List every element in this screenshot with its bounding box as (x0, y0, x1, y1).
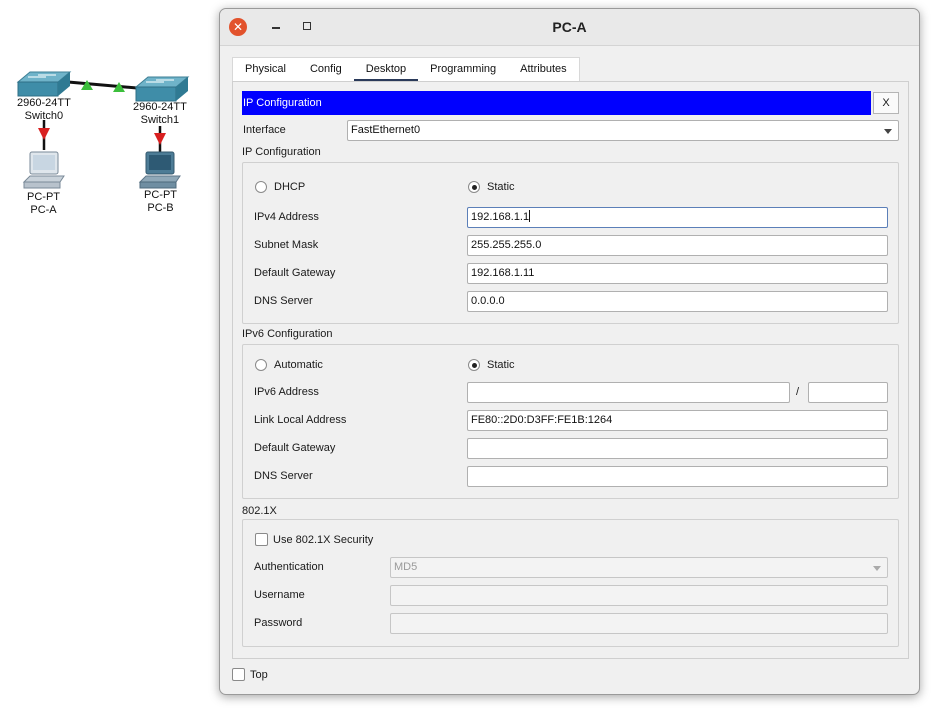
prefix-separator: / (796, 386, 800, 398)
subnet-mask-label: Subnet Mask (254, 239, 319, 251)
username-input[interactable] (390, 585, 888, 606)
switch-icon[interactable] (16, 71, 72, 97)
ipv6-prefix-input[interactable] (808, 382, 888, 403)
ipv6-static-radio[interactable] (468, 359, 480, 371)
interface-label: Interface (243, 124, 286, 136)
link-local-label: Link Local Address (254, 414, 347, 426)
dns-label: DNS Server (254, 295, 313, 307)
switch0-label: 2960-24TT Switch0 (17, 97, 71, 123)
ipv6-section-title: IPv6 Configuration (242, 328, 333, 340)
link-local-input[interactable]: FE80::2D0:D3FF:FE1B:1264 (467, 410, 888, 431)
title-bar[interactable]: ✕ PC-A (220, 9, 919, 46)
window-title: PC-A (552, 19, 587, 35)
automatic-label: Automatic (274, 359, 323, 371)
switch-icon[interactable] (134, 76, 190, 102)
use-dot1x-label: Use 802.1X Security (273, 534, 374, 546)
ipv4-address-label: IPv4 Address (254, 211, 319, 223)
gateway-label: Default Gateway (254, 267, 336, 279)
pc-b-name: PC-B (147, 202, 174, 214)
dhcp-label: DHCP (274, 181, 306, 193)
gateway-input[interactable]: 192.168.1.11 (467, 263, 888, 284)
ipv4-address-input[interactable]: 192.168.1.1 (467, 207, 888, 228)
topology-canvas[interactable]: 2960-24TT Switch0 2960-24TT Switch1 PC-P… (0, 0, 220, 708)
tab-config[interactable]: Config (298, 58, 354, 81)
ipv6-address-input[interactable] (467, 382, 790, 403)
top-checkbox[interactable] (232, 668, 245, 681)
text-caret (529, 210, 531, 222)
switch1-model: 2960-24TT (133, 101, 187, 113)
dot1x-section-title: 802.1X (242, 505, 277, 517)
authentication-select[interactable]: MD5 (390, 557, 888, 578)
pc-b-type: PC-PT (144, 189, 177, 201)
static-label: Static (487, 181, 515, 193)
ipv6-static-label: Static (487, 359, 515, 371)
subnet-mask-input[interactable]: 255.255.255.0 (467, 235, 888, 256)
switch0-name: Switch0 (24, 110, 64, 122)
chevron-down-icon (884, 129, 892, 134)
static-radio[interactable] (468, 181, 480, 193)
switch1-label: 2960-24TT Switch1 (133, 101, 187, 127)
tab-attributes[interactable]: Attributes (508, 58, 578, 81)
ipv4-address-value: 192.168.1.1 (471, 211, 530, 223)
authentication-value: MD5 (394, 561, 418, 573)
chevron-down-icon (873, 566, 881, 571)
pc-a-type: PC-PT (27, 191, 60, 203)
password-label: Password (254, 617, 303, 629)
pc-a-name: PC-A (30, 204, 57, 216)
tab-programming[interactable]: Programming (418, 58, 508, 81)
ip-config-close-button[interactable]: X (873, 92, 899, 114)
dhcp-radio[interactable] (255, 181, 267, 193)
tab-desktop[interactable]: Desktop (353, 58, 419, 82)
link-down-indicator (38, 128, 50, 140)
tab-physical[interactable]: Physical (233, 58, 298, 81)
interface-value: FastEthernet0 (351, 124, 421, 136)
authentication-label: Authentication (254, 561, 324, 573)
ip-configuration-panel: IP Configuration X Interface FastEtherne… (232, 81, 909, 659)
top-label: Top (250, 669, 268, 681)
pc-icon[interactable] (138, 151, 181, 189)
use-dot1x-checkbox[interactable] (255, 533, 268, 546)
automatic-radio[interactable] (255, 359, 267, 371)
switch0-model: 2960-24TT (17, 97, 71, 109)
tab-bar: Physical Config Desktop Programming Attr… (232, 57, 580, 82)
link-down-indicator (154, 133, 166, 145)
device-window: ✕ PC-A Physical Config Desktop Programmi… (219, 8, 920, 695)
ipv4-section-title: IP Configuration (242, 146, 321, 158)
username-label: Username (254, 589, 305, 601)
ipv6-gateway-input[interactable] (467, 438, 888, 459)
ipv6-address-label: IPv6 Address (254, 386, 319, 398)
interface-select[interactable]: FastEthernet0 (347, 120, 899, 141)
password-input[interactable] (390, 613, 888, 634)
pc-icon[interactable] (22, 151, 65, 189)
ipv6-dns-label: DNS Server (254, 470, 313, 482)
dns-input[interactable]: 0.0.0.0 (467, 291, 888, 312)
switch-link[interactable] (67, 80, 138, 90)
switch1-name: Switch1 (140, 114, 180, 126)
ipv6-dns-input[interactable] (467, 466, 888, 487)
ip-config-header: IP Configuration (242, 91, 871, 115)
pc-a-label: PC-PT PC-A (27, 191, 60, 217)
ipv6-gateway-label: Default Gateway (254, 442, 336, 454)
pc-b-label: PC-PT PC-B (144, 189, 177, 215)
